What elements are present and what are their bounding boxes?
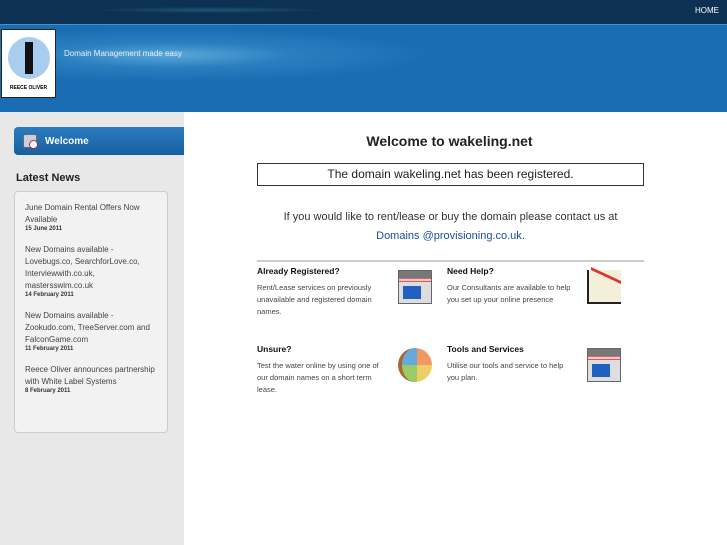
feature-title: Unsure? bbox=[257, 344, 292, 354]
feature-title: Tools and Services bbox=[447, 344, 524, 354]
latest-news-heading: Latest News bbox=[16, 172, 81, 184]
news-link[interactable]: New Domains available - Zookudo.com, Tre… bbox=[25, 310, 157, 346]
news-date: 8 February 2011 bbox=[25, 388, 71, 394]
lighthouse-tower bbox=[25, 42, 33, 74]
feature-need-help: Need Help? Our Consultants are available… bbox=[447, 266, 577, 306]
news-date: 15 June 2011 bbox=[25, 226, 63, 232]
feature-already-registered: Already Registered? Rent/Lease services … bbox=[257, 266, 387, 318]
divider bbox=[257, 260, 644, 262]
news-date: 11 February 2011 bbox=[25, 346, 74, 352]
sidebar-item-welcome[interactable]: Welcome bbox=[14, 127, 204, 155]
contact-end: . bbox=[521, 230, 525, 242]
nav-home-link[interactable]: HOME bbox=[695, 6, 719, 15]
news-item: Reece Oliver announces partnership with … bbox=[25, 364, 157, 394]
logo[interactable]: REECE OLIVER bbox=[1, 29, 56, 98]
news-date: 14 February 2011 bbox=[25, 292, 74, 298]
shop-icon bbox=[398, 270, 432, 304]
news-link[interactable]: June Domain Rental Offers Now Available bbox=[25, 202, 157, 226]
feature-text: Test the water online by using one of ou… bbox=[257, 361, 379, 394]
contact-email-link[interactable]: Domains @provisioning.co.uk bbox=[376, 230, 522, 242]
news-item: New Domains available - Lovebugs.co, Sea… bbox=[25, 244, 157, 298]
news-list: June Domain Rental Offers Now Available 1… bbox=[14, 191, 168, 433]
chart-icon bbox=[587, 270, 621, 304]
contact-text: If you would like to rent/lease or buy t… bbox=[257, 208, 644, 246]
tagline: Domain Management made easy bbox=[64, 49, 182, 58]
shop-icon bbox=[587, 348, 621, 382]
contact-message: If you would like to rent/lease or buy t… bbox=[283, 211, 618, 223]
feature-text: Utilise our tools and service to help yo… bbox=[447, 361, 564, 382]
feature-tools-services: Tools and Services Utilise our tools and… bbox=[447, 344, 577, 384]
palette-icon bbox=[398, 348, 432, 382]
news-link[interactable]: Reece Oliver announces partnership with … bbox=[25, 364, 157, 388]
news-item: New Domains available - Zookudo.com, Tre… bbox=[25, 310, 157, 352]
feature-text: Our Consultants are available to help yo… bbox=[447, 283, 571, 304]
news-link[interactable]: New Domains available - Lovebugs.co, Sea… bbox=[25, 244, 157, 292]
feature-title: Already Registered? bbox=[257, 266, 340, 276]
logo-text: REECE OLIVER bbox=[9, 85, 48, 91]
news-item: June Domain Rental Offers Now Available 1… bbox=[25, 202, 157, 232]
registered-notice: The domain wakeling.net has been registe… bbox=[257, 163, 644, 186]
header: REECE OLIVER Domain Management made easy bbox=[0, 24, 727, 112]
feature-text: Rent/Lease services on previously unavai… bbox=[257, 283, 372, 316]
disc-icon bbox=[23, 134, 38, 149]
top-bar: HOME bbox=[0, 0, 727, 24]
feature-title: Need Help? bbox=[447, 266, 494, 276]
page-title: Welcome to wakeling.net bbox=[366, 133, 533, 149]
welcome-label: Welcome bbox=[45, 135, 89, 147]
feature-unsure: Unsure? Test the water online by using o… bbox=[257, 344, 387, 396]
